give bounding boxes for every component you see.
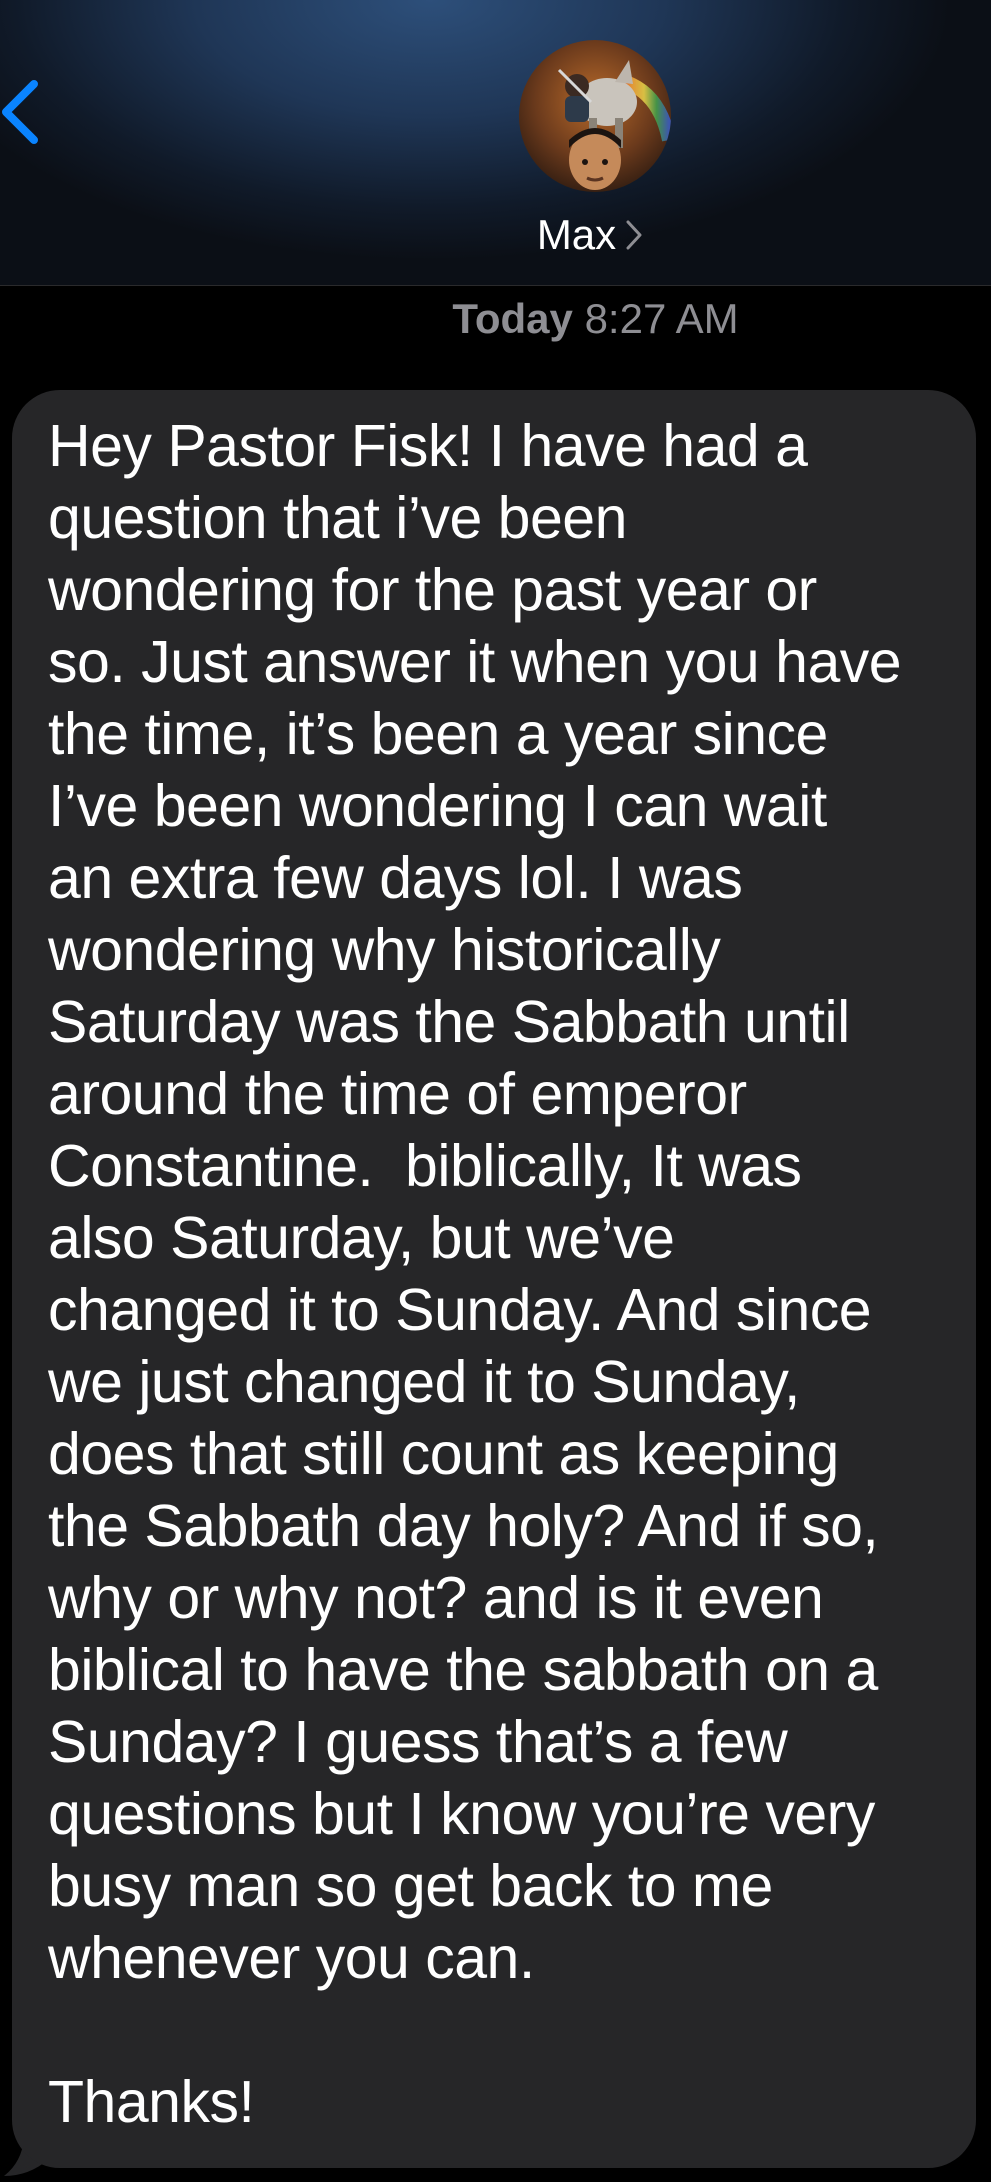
message-line: Sunday? I guess that’s a few <box>48 1709 788 1775</box>
message-line: Hey Pastor Fisk! I have had a <box>48 413 808 479</box>
message-line: around the time of emperor <box>48 1061 747 1127</box>
message-line <box>48 1994 946 2066</box>
back-button[interactable] <box>0 70 60 150</box>
message-line: whenever you can. <box>48 1925 535 1991</box>
message-line: biblical to have the sabbath on a <box>48 1637 878 1703</box>
timestamp-time: 8:27 AM <box>584 295 739 342</box>
message-line: also Saturday, but we’ve <box>48 1205 675 1271</box>
message-line: we just changed it to Sunday, <box>48 1349 800 1415</box>
message-line: wondering for the past year or <box>48 557 817 623</box>
message-line: I’ve been wondering I can wait <box>48 773 827 839</box>
contact-info-button[interactable]: Max <box>0 205 991 265</box>
contact-name: Max <box>536 211 617 258</box>
message-line: question that i’ve been <box>48 485 627 551</box>
message-line: Constantine. biblically, It was <box>48 1133 802 1199</box>
message-line: questions but I know you’re very <box>48 1781 875 1847</box>
timestamp-day: Today <box>452 295 573 342</box>
message-line: the Sabbath day holy? And if so, <box>48 1493 879 1559</box>
message-line: wondering why historically <box>48 917 721 983</box>
message-bubble[interactable]: Hey Pastor Fisk! I have had a question t… <box>12 390 976 2168</box>
chevron-right-icon <box>626 220 642 250</box>
message-line: changed it to Sunday. And since <box>48 1277 872 1343</box>
message-line: an extra few days lol. I was <box>48 845 743 911</box>
message-line: why or why not? and is it even <box>48 1565 824 1631</box>
message-line: Thanks! <box>48 2069 255 2135</box>
conversation-header: Max <box>0 0 991 286</box>
avatar-image <box>519 40 671 192</box>
message-line: Saturday was the Sabbath until <box>48 989 850 1055</box>
message-line: the time, it’s been a year since <box>48 701 828 767</box>
message-line: so. Just answer it when you have <box>48 629 902 695</box>
message-line: busy man so get back to me <box>48 1853 773 1919</box>
avatar[interactable] <box>519 40 671 192</box>
message-timestamp: Today 8:27 AM <box>0 292 991 346</box>
message-line: does that still count as keeping <box>48 1421 839 1487</box>
chevron-left-icon <box>2 80 38 144</box>
